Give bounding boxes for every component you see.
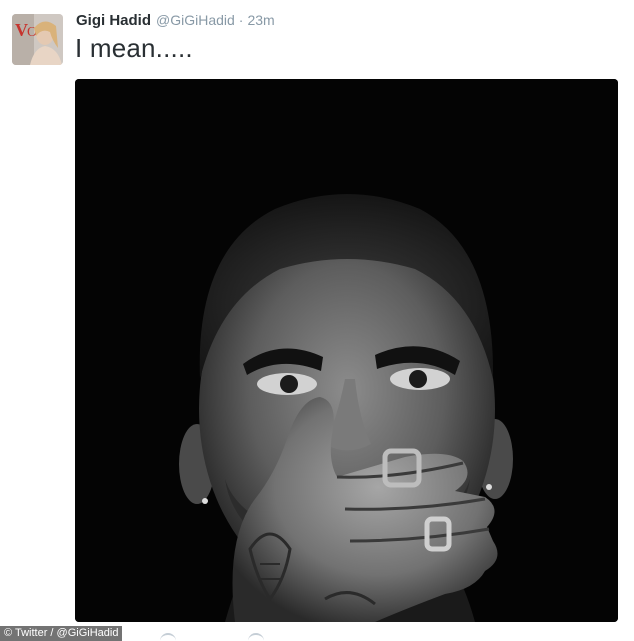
tweet-header: Gigi Hadid @GiGiHadid · 23m [76,12,275,32]
tweet-text: I mean..... [75,33,193,63]
reply-icon[interactable] [160,633,176,641]
display-name[interactable]: Gigi Hadid [76,12,151,29]
separator-dot: · [238,12,244,28]
timestamp[interactable]: 23m [247,12,274,28]
user-handle[interactable]: @GiGiHadid [156,12,235,28]
avatar-photo-icon: V O [12,14,63,65]
tweet-card[interactable]: V O Gigi Hadid @GiGiHadid · 23m I mean..… [0,0,634,641]
avatar[interactable]: V O [12,14,63,65]
retweet-icon[interactable] [248,633,264,641]
tweet-media[interactable] [75,79,618,622]
watermark-caption: © Twitter / @GiGiHadid [0,626,123,641]
tweet-actions [160,633,280,641]
portrait-photo-icon [75,79,618,622]
